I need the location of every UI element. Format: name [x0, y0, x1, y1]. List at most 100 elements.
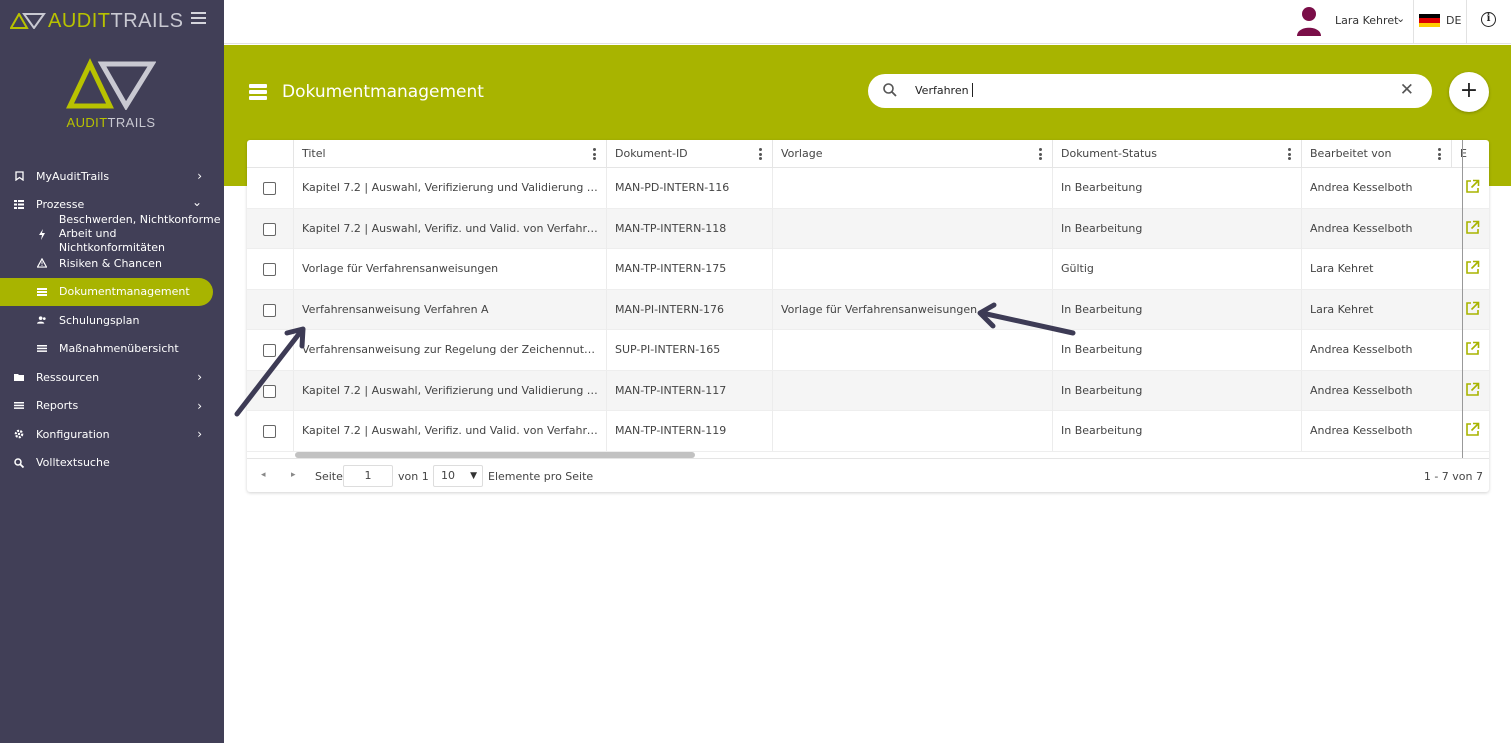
cell-titel: Kapitel 7.2 | Auswahl, Verifizierung und… — [293, 168, 606, 208]
cell-vorlage — [772, 208, 1052, 249]
column-header-dokument-status[interactable]: Dokument-Status — [1052, 140, 1301, 168]
per-page-label: Elemente pro Seite — [488, 470, 594, 483]
table-row[interactable]: Kapitel 7.2 | Auswahl, Verifiz. und Vali… — [247, 411, 1489, 452]
cell-vorlage — [772, 168, 1052, 208]
sidebar-item-myaudittrails[interactable]: MyAuditTrails › — [0, 162, 224, 191]
page-number-input[interactable]: 1 — [343, 465, 393, 487]
row-checkbox[interactable] — [263, 425, 276, 438]
cell-titel: Kapitel 7.2 | Auswahl, Verifiz. und Vali… — [293, 411, 606, 451]
column-menu-icon[interactable] — [759, 148, 762, 160]
search-icon — [883, 83, 897, 97]
cell-bearbeitet-von: Andrea Kesselboth — [1301, 168, 1451, 208]
table-row[interactable]: Verfahrensanweisung Verfahren A MAN-PI-IN… — [247, 289, 1489, 330]
sidebar-item-label: Dokumentmanagement — [59, 285, 190, 299]
language-selector[interactable]: DE — [1446, 14, 1461, 27]
table-row[interactable]: Verfahrensanweisung zur Regelung der Zei… — [247, 330, 1489, 371]
german-flag-icon[interactable] — [1419, 14, 1440, 27]
table-header: Titel Dokument-ID Vorlage Dokument-Statu… — [247, 140, 1489, 168]
sidebar-item-label: Volltextsuche — [36, 456, 110, 470]
search-field[interactable]: Verfahren ✕ — [868, 74, 1432, 108]
sidebar-item-ressourcen[interactable]: Ressourcen › — [0, 363, 224, 392]
cell-titel: Verfahrensanweisung Verfahren A — [293, 289, 606, 330]
sidebar-item-beschwerden[interactable]: Beschwerden, Nichtkonforme Arbeit und Nic… — [0, 213, 224, 254]
menu-toggle-icon[interactable] — [191, 12, 206, 26]
open-external-icon[interactable] — [1465, 382, 1480, 397]
chevron-down-icon[interactable]: ⌄ — [1396, 12, 1405, 25]
open-external-icon[interactable] — [1465, 220, 1480, 235]
sidebar-logo-text: AUDITTRAILS — [66, 115, 156, 130]
sidebar-item-reports[interactable]: Reports › — [0, 392, 224, 421]
sidebar-item-massnahmen[interactable]: Maßnahmenübersicht — [0, 335, 224, 364]
page-size-select[interactable]: 10 ▼ — [433, 465, 483, 487]
search-input[interactable]: Verfahren — [915, 84, 969, 97]
open-external-icon[interactable] — [1465, 179, 1480, 194]
page-label: Seite — [315, 470, 343, 483]
row-checkbox[interactable] — [263, 182, 276, 195]
column-divider — [1462, 140, 1463, 458]
chevron-down-icon: ⌄ — [191, 194, 202, 209]
info-icon[interactable]: i — [1481, 12, 1496, 27]
brand-name: AUDITTRAILS — [48, 9, 184, 32]
chevron-right-icon: › — [197, 427, 202, 442]
row-checkbox[interactable] — [263, 303, 276, 317]
table-row[interactable]: Kapitel 7.2 | Auswahl, Verifizierung und… — [247, 168, 1489, 209]
clear-search-icon[interactable]: ✕ — [1400, 80, 1414, 100]
table-row[interactable]: Kapitel 7.2 | Auswahl, Verifiz. und Vali… — [247, 208, 1489, 249]
sidebar-nav: MyAuditTrails › Prozesse ⌄ Beschwerden, … — [0, 162, 224, 477]
column-header-titel[interactable]: Titel — [293, 140, 606, 168]
page-size-value: 10 — [441, 469, 455, 482]
table-row[interactable]: Kapitel 7.2 | Auswahl, Verifizierung und… — [247, 370, 1489, 411]
column-header-bearbeitet-von[interactable]: Bearbeitet von — [1301, 140, 1451, 168]
range-label: 1 - 7 von 7 — [1423, 470, 1483, 483]
column-header-vorlage[interactable]: Vorlage — [772, 140, 1052, 168]
list-icon — [37, 287, 47, 297]
bolt-icon — [37, 228, 47, 240]
chevron-right-icon: › — [197, 169, 202, 184]
sidebar-logo: AUDITTRAILS — [66, 58, 157, 134]
cell-titel: Verfahrensanweisung zur Regelung der Zei… — [293, 330, 606, 370]
cell-dokument-id: SUP-PI-INTERN-165 — [606, 330, 772, 370]
sidebar-item-konfiguration[interactable]: Konfiguration › — [0, 420, 224, 449]
cell-dokument-id: MAN-TP-INTERN-175 — [606, 249, 772, 289]
list-icon — [37, 344, 47, 354]
row-checkbox[interactable] — [263, 222, 276, 236]
row-checkbox[interactable] — [263, 344, 276, 357]
user-name[interactable]: Lara Kehret — [1335, 14, 1398, 27]
user-avatar-icon[interactable] — [1295, 6, 1323, 36]
cell-dokument-status: In Bearbeitung — [1052, 168, 1301, 208]
column-header-e[interactable]: E — [1451, 140, 1489, 168]
next-page-icon[interactable]: ▸ — [291, 470, 296, 480]
cell-dokument-status: In Bearbeitung — [1052, 411, 1301, 451]
open-external-icon[interactable] — [1465, 341, 1480, 356]
table-row[interactable]: Vorlage für Verfahrensanweisungen MAN-TP-… — [247, 249, 1489, 290]
divider — [1413, 0, 1414, 44]
chevron-right-icon: › — [197, 370, 202, 385]
row-checkbox[interactable] — [263, 263, 276, 276]
column-menu-icon[interactable] — [1438, 148, 1441, 160]
sidebar-item-schulungsplan[interactable]: Schulungsplan — [0, 306, 224, 335]
open-external-icon[interactable] — [1465, 260, 1480, 275]
column-menu-icon[interactable] — [1039, 148, 1042, 160]
sidebar-item-dokumentmanagement[interactable]: Dokumentmanagement — [0, 277, 213, 306]
sidebar-item-label: Maßnahmenübersicht — [59, 342, 179, 356]
brand-logo[interactable]: AUDITTRAILS — [10, 9, 184, 33]
warning-icon — [37, 258, 47, 268]
sidebar-item-label: Risiken & Chancen — [59, 256, 162, 270]
row-checkbox[interactable] — [263, 384, 276, 398]
previous-page-icon[interactable]: ◂ — [261, 470, 266, 480]
page-title-group: Dokumentmanagement — [249, 82, 484, 102]
cell-vorlage — [772, 249, 1052, 289]
cell-bearbeitet-von: Lara Kehret — [1301, 249, 1451, 289]
column-header-dokument-id[interactable]: Dokument-ID — [606, 140, 772, 168]
column-menu-icon[interactable] — [1288, 148, 1291, 160]
open-external-icon[interactable] — [1465, 301, 1480, 316]
sidebar-item-volltextsuche[interactable]: Volltextsuche — [0, 449, 224, 478]
sidebar-item-risiken[interactable]: Risiken & Chancen — [0, 249, 224, 278]
open-external-icon[interactable] — [1465, 422, 1480, 437]
cell-titel: Kapitel 7.2 | Auswahl, Verifizierung und… — [293, 370, 606, 411]
page-title: Dokumentmanagement — [282, 82, 484, 102]
cell-vorlage — [772, 330, 1052, 370]
cell-bearbeitet-von: Andrea Kesselboth — [1301, 330, 1451, 370]
column-menu-icon[interactable] — [593, 148, 596, 160]
add-document-button[interactable]: + — [1449, 72, 1489, 112]
